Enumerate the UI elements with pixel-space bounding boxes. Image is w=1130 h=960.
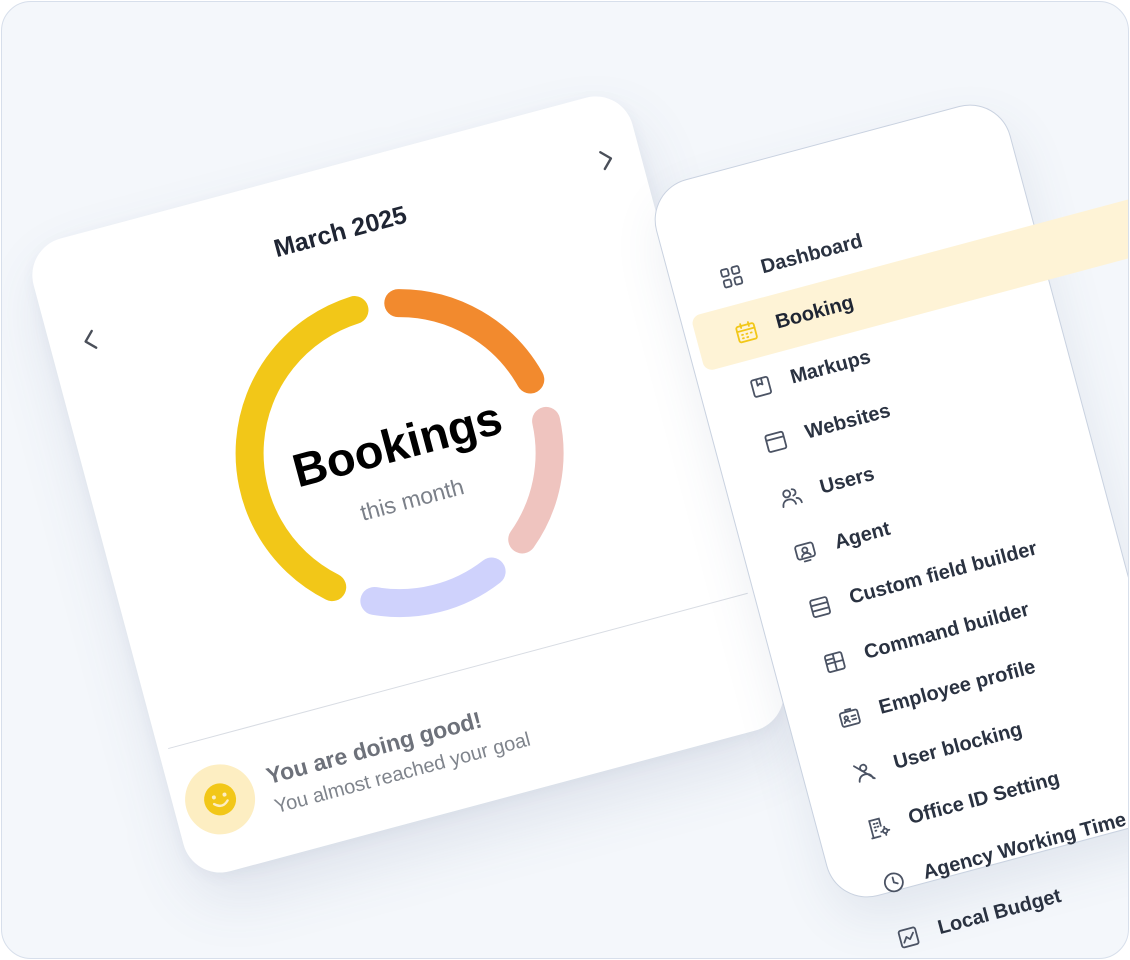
list-rows-icon <box>805 592 834 621</box>
sidebar-item-label: Dashboard <box>758 230 866 279</box>
donut-segment-3 <box>360 557 506 618</box>
sidebar-item-label: Agent <box>832 517 893 554</box>
smiley-icon <box>204 783 237 816</box>
sidebar-item-label: Booking <box>773 291 857 334</box>
table-grid-icon <box>820 647 849 676</box>
building-settings-icon <box>864 812 893 841</box>
chevron-left-icon <box>84 329 98 349</box>
sidebar-item-label: Markups <box>787 345 874 389</box>
agent-icon <box>791 537 820 566</box>
sidebar-menu-list: Dashboard Booking Markups Websites Users… <box>676 139 1128 958</box>
previous-month-button[interactable] <box>75 324 107 356</box>
users-icon <box>776 482 805 511</box>
user-block-icon <box>850 757 879 786</box>
canvas-background: March 2025 Bookings this month You are d… <box>1 1 1129 959</box>
bookmark-icon <box>746 372 775 401</box>
dashboard-icon <box>717 262 746 291</box>
calendar-icon <box>732 317 761 346</box>
clock-icon <box>879 867 908 896</box>
smiley-badge <box>177 756 263 843</box>
id-badge-icon <box>835 702 864 731</box>
sidebar-item-label: Websites <box>802 399 893 444</box>
browser-window-icon <box>761 427 790 456</box>
chart-icon <box>894 922 923 951</box>
sidebar-item-label: Users <box>817 462 877 499</box>
